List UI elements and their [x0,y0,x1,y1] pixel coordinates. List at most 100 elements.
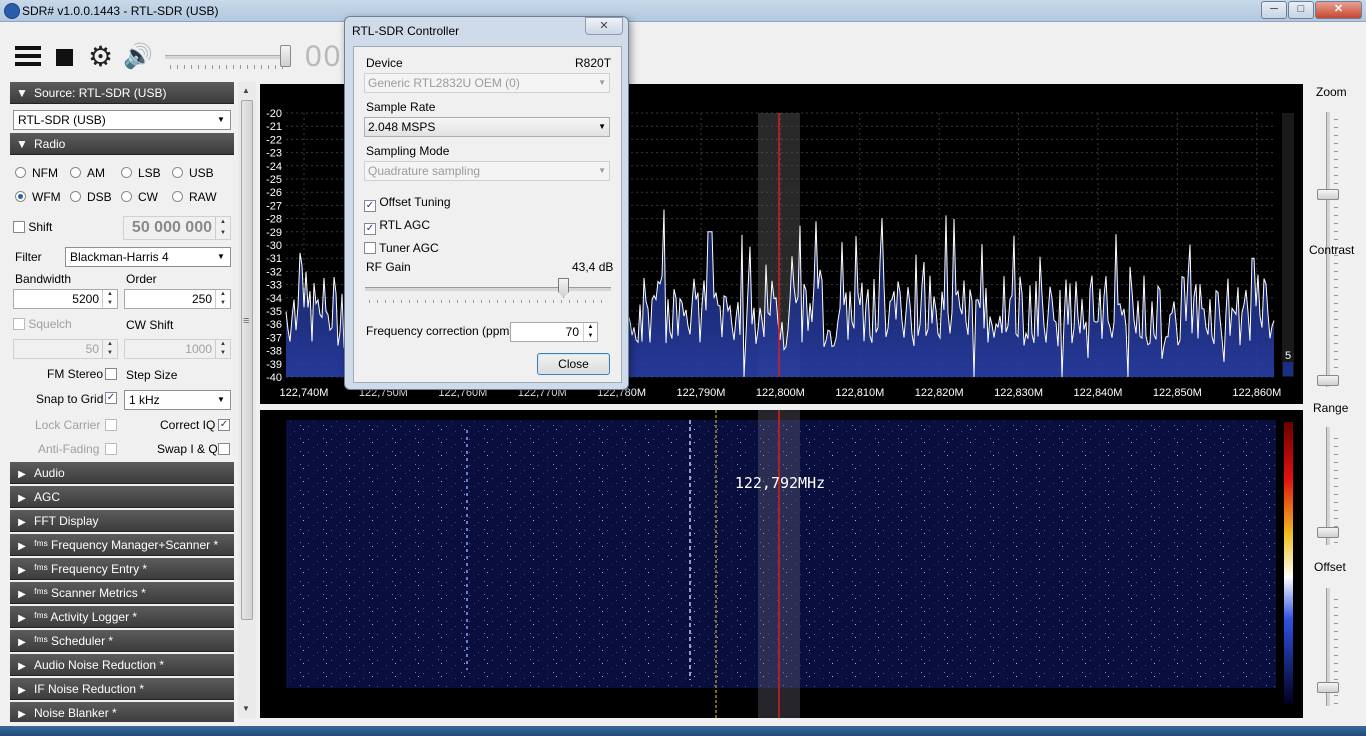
dropdown-arrow-icon: ▼ [598,78,606,87]
section-header[interactable]: ▶ ᶠᵐˢ Scheduler * [10,630,234,652]
menu-icon[interactable] [15,44,43,72]
section-header[interactable]: ▶ AGC [10,486,234,508]
squelch-input[interactable]: 50 ▲ ▼ [13,339,118,359]
rfgain-thumb[interactable] [558,278,569,298]
shift-label: Shift [28,220,53,234]
range-thumb[interactable] [1317,527,1339,538]
section-label: AGC [34,490,61,504]
section-header[interactable]: ▶ Audio [10,462,234,484]
section-label: ᶠᵐˢ Scanner Metrics * [34,586,146,600]
minimize-button[interactable]: ─ [1261,1,1287,19]
splitter-grip-icon[interactable]: ≡ [243,315,249,327]
source-select[interactable]: RTL-SDR (USB) ▼ [13,110,231,130]
order-value: 250 [191,292,212,306]
collapse-arrow-icon: ▼ [16,86,28,100]
order-input[interactable]: 250 ▲ ▼ [124,289,231,309]
squelch-value: 50 [85,342,99,356]
spin-icon[interactable]: ▲ ▼ [215,217,230,239]
contrast-thumb[interactable] [1317,375,1339,386]
stop-icon[interactable] [56,49,73,66]
tuner-agc-checkbox[interactable]: Tuner AGC [364,241,439,255]
filter-select[interactable]: Blackman-Harris 4 ▼ [65,247,231,267]
zoom-thumb[interactable] [1317,189,1339,200]
rtl-agc-checkbox[interactable]: ✓ RTL AGC [364,218,430,235]
rfgain-slider[interactable] [365,287,611,291]
mode-radio-nfm[interactable]: NFM [15,166,58,182]
device-select[interactable]: Generic RTL2832U OEM (0) ▼ [364,73,610,93]
left-panel-scrollbar[interactable]: ▲ ▼ [238,82,256,718]
section-header[interactable]: ▶ Audio Noise Reduction * [10,654,234,676]
freqcorr-input[interactable]: 70 ▲ ▼ [510,322,598,342]
volume-icon[interactable]: 🔊 [123,42,153,72]
mode-radio-cw[interactable]: CW [121,190,158,206]
squelch-checkbox[interactable]: Squelch [13,317,72,331]
device-value: Generic RTL2832U OEM (0) [368,76,520,90]
scroll-thumb[interactable] [241,100,253,620]
tuner-agc-check[interactable] [364,242,376,254]
volume-thumb[interactable] [280,45,291,67]
x-tick-label: 122,800M [756,387,805,399]
color-scale-bar [1284,422,1293,704]
shift-checkbox[interactable]: Shift [13,220,52,234]
cwshift-input[interactable]: 1000 ▲ ▼ [124,339,231,359]
bandwidth-input[interactable]: 5200 ▲ ▼ [13,289,118,309]
section-header[interactable]: ▶ FFT Display [10,510,234,532]
fmstereo-checkbox[interactable] [105,368,117,380]
shift-input[interactable]: 50 000 000 ▲ ▼ [123,216,231,240]
contrast-slider[interactable] [1326,268,1330,386]
spin-icon[interactable]: ▲ ▼ [583,323,597,341]
dialog-close-button[interactable]: Close [537,353,610,375]
section-header[interactable]: ▶ Noise Blanker * [10,702,234,722]
shift-check[interactable] [13,221,25,233]
section-header[interactable]: ▶ ᶠᵐˢ Frequency Manager+Scanner * [10,534,234,556]
spin-icon[interactable]: ▲ ▼ [102,340,117,358]
section-header[interactable]: ▶ ᶠᵐˢ Activity Logger * [10,606,234,628]
mode-radio-raw[interactable]: RAW [172,190,217,206]
frequency-display[interactable]: 00 [305,40,342,74]
volume-slider[interactable] [165,55,290,59]
expand-arrow-icon: ▶ [18,613,26,624]
squelch-check[interactable] [13,318,25,330]
offset-thumb[interactable] [1317,682,1339,693]
mode-radio-lsb[interactable]: LSB [121,166,161,182]
samplingmode-select[interactable]: Quadrature sampling ▼ [364,161,610,181]
snap-checkbox[interactable]: ✓ [105,392,117,404]
left-panel: ▼ Source: RTL-SDR (USB) RTL-SDR (USB) ▼ ▼ R… [10,82,236,722]
mode-radio-am[interactable]: AM [70,166,105,182]
tuner-label: R820T [575,56,612,70]
waterfall-display[interactable]: 122,792MHz [260,410,1303,718]
section-header[interactable]: ▶ ᶠᵐˢ Frequency Entry * [10,558,234,580]
section-header[interactable]: ▶ IF Noise Reduction * [10,678,234,700]
mode-radio-usb[interactable]: USB [172,166,214,182]
rtl-agc-check[interactable]: ✓ [364,223,376,235]
dialog-close-icon[interactable]: ✕ [585,17,623,35]
y-tick-label: -40 [266,372,282,384]
antifading-checkbox[interactable] [105,443,117,455]
correctiq-checkbox[interactable]: ✓ [218,419,230,431]
spin-icon[interactable]: ▲ ▼ [215,290,230,308]
swapiq-checkbox[interactable] [218,443,230,455]
dropdown-arrow-icon: ▼ [598,166,606,175]
y-tick-label: -31 [266,253,282,265]
mode-radio-dsb[interactable]: DSB [70,190,112,206]
expand-arrow-icon: ▶ [18,541,26,552]
offset-tuning-checkbox[interactable]: ✓ Offset Tuning [364,195,451,212]
scroll-down-icon[interactable]: ▼ [242,704,250,713]
source-header[interactable]: ▼ Source: RTL-SDR (USB) [10,82,234,104]
scroll-up-icon[interactable]: ▲ [242,86,250,95]
mode-radio-wfm[interactable]: WFM [15,190,61,206]
spin-icon[interactable]: ▲ ▼ [215,340,230,358]
expand-arrow-icon: ▶ [18,565,26,576]
section-header[interactable]: ▶ ᶠᵐˢ Scanner Metrics * [10,582,234,604]
lockcarrier-checkbox[interactable] [105,419,117,431]
step-select[interactable]: 1 kHz ▼ [124,390,231,410]
gear-icon[interactable]: ⚙ [88,42,113,72]
offset-tuning-check[interactable]: ✓ [364,200,376,212]
radio-header[interactable]: ▼ Radio [10,133,234,155]
maximize-button[interactable]: □ [1288,1,1314,19]
close-window-button[interactable]: ✕ [1315,1,1362,19]
section-label: ᶠᵐˢ Frequency Entry * [34,562,148,576]
spin-icon[interactable]: ▲ ▼ [102,290,117,308]
x-tick-label: 122,850M [1153,387,1202,399]
samplerate-select[interactable]: 2.048 MSPS ▼ [364,117,610,137]
